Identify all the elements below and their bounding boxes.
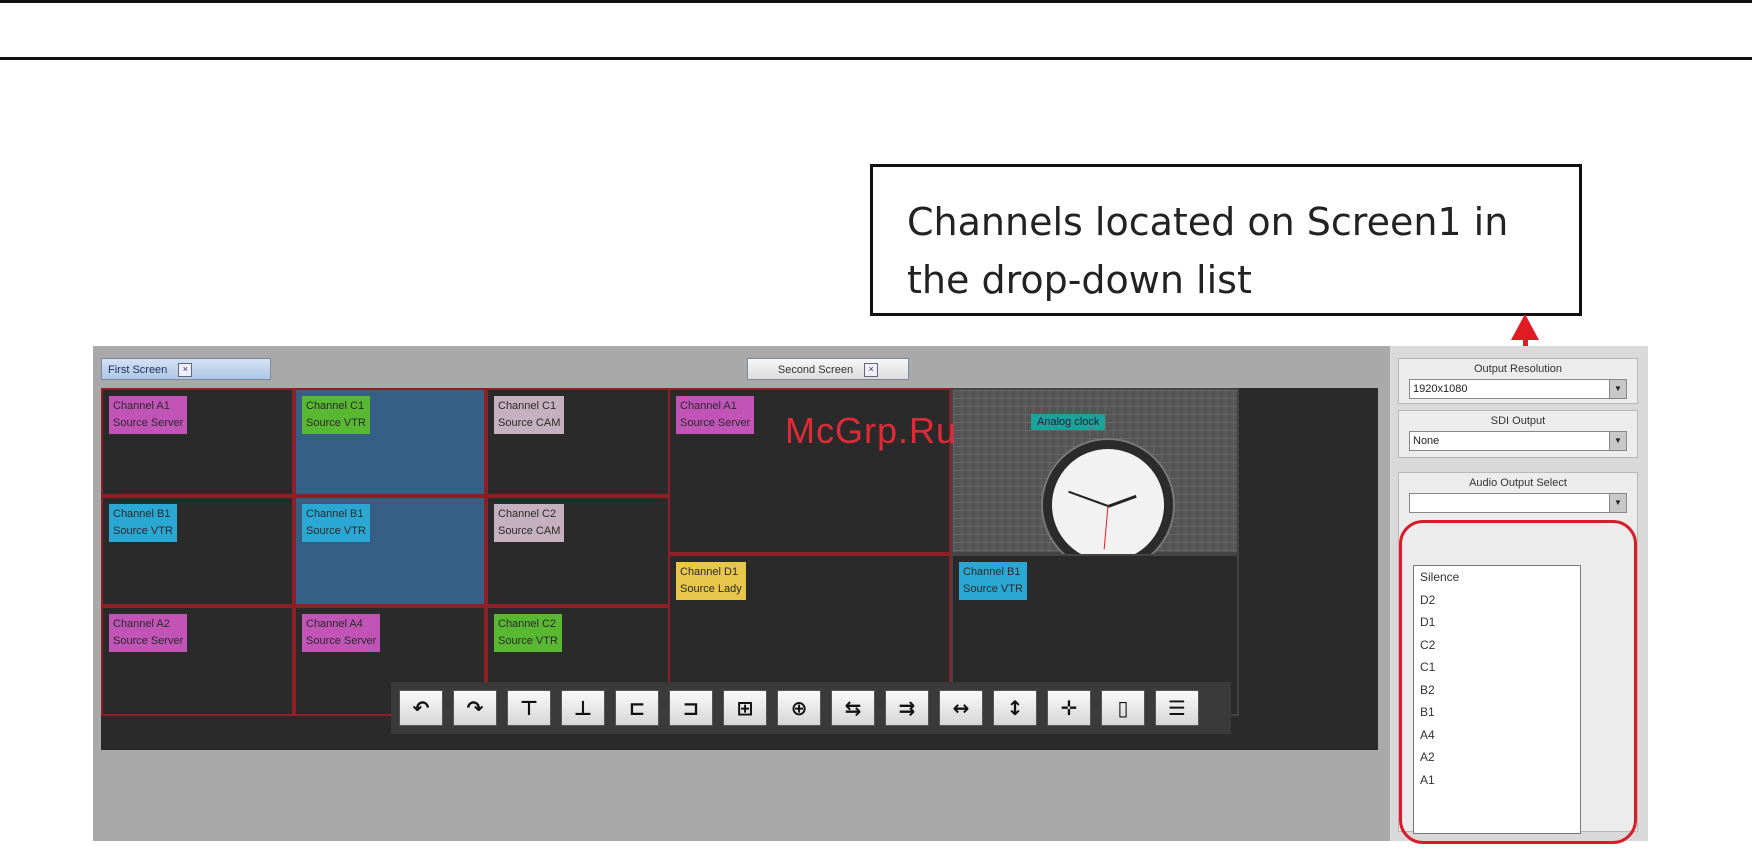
clock-hour-hand xyxy=(1107,494,1137,508)
watermark: McGrp.Ru xyxy=(785,410,958,451)
top-rule xyxy=(0,0,1752,3)
channel-cell[interactable]: Channel B1 Source VTR xyxy=(294,496,486,606)
split-columns-button[interactable]: ▯ xyxy=(1101,690,1145,726)
clock-cell[interactable]: Analog clock xyxy=(951,388,1239,570)
layout-toolbar: ↶ ↷ ⊤ ⊥ ⊏ ⊐ ⊞ ⊕ ⇆ ⇉ ↔ ↕ ✛ ▯ ☰ xyxy=(391,682,1231,734)
tab-first-screen[interactable]: First Screen × xyxy=(101,358,271,380)
channel-name: Channel C1 xyxy=(498,400,557,412)
channel-name: Channel C1 xyxy=(306,400,365,412)
tab-first-screen-label: First Screen xyxy=(108,364,168,376)
channel-label: Channel B1 Source VTR xyxy=(109,504,177,542)
callout-box: Channels located on Screen1 in the drop-… xyxy=(870,164,1582,316)
channel-label: Channel C2 Source VTR xyxy=(494,614,562,652)
channel-label: Channel C2 Source CAM xyxy=(494,504,565,542)
highlight-oval xyxy=(1399,520,1637,844)
channel-source: Source Server xyxy=(113,635,184,647)
output-resolution-value: 1920x1080 xyxy=(1413,383,1468,395)
channel-name: Channel C2 xyxy=(498,618,557,630)
channel-source: Source Server xyxy=(306,635,377,647)
close-icon[interactable]: × xyxy=(864,363,879,378)
channel-source: Source Server xyxy=(113,417,184,429)
channel-label: Channel D1 Source Lady xyxy=(676,562,746,600)
channel-label: Channel C1 Source VTR xyxy=(302,396,370,434)
align-bottom-button[interactable]: ⊥ xyxy=(561,690,605,726)
close-icon[interactable]: × xyxy=(178,363,193,378)
clock-minute-hand xyxy=(1068,490,1109,507)
channel-cell[interactable]: Channel A1 Source Server xyxy=(101,388,294,496)
channel-cell[interactable]: Channel A2 Source Server xyxy=(101,606,294,716)
stretch-width-button[interactable]: ↔ xyxy=(939,690,983,726)
align-left-button[interactable]: ⊏ xyxy=(615,690,659,726)
align-top-button[interactable]: ⊤ xyxy=(507,690,551,726)
audio-output-title: Audio Output Select xyxy=(1469,477,1567,489)
space-evenly-button[interactable]: ⇉ xyxy=(885,690,929,726)
channel-source: Source CAM xyxy=(498,417,561,429)
channel-name: Channel B1 xyxy=(113,508,171,520)
sdi-output-group: SDI Output None ▼ xyxy=(1398,410,1638,458)
channel-source: Source Lady xyxy=(680,583,742,595)
channel-source: Source VTR xyxy=(306,525,366,537)
channel-label: Channel A2 Source Server xyxy=(109,614,188,652)
channel-label: Channel C1 Source CAM xyxy=(494,396,565,434)
output-resolution-group: Output Resolution 1920x1080 ▼ xyxy=(1398,358,1638,404)
channel-label: Channel A4 Source Server xyxy=(302,614,381,652)
channel-cell[interactable]: Channel C2 Source CAM xyxy=(486,496,676,606)
tab-second-screen-label: Second Screen xyxy=(777,364,854,376)
redo-button[interactable]: ↷ xyxy=(453,690,497,726)
channel-label: Channel A1 Source Server xyxy=(109,396,188,434)
sdi-output-value: None xyxy=(1413,435,1440,447)
align-right-button[interactable]: ⊐ xyxy=(669,690,713,726)
header-rule xyxy=(0,57,1752,60)
tab-second-screen[interactable]: Second Screen × xyxy=(747,358,909,380)
channel-name: Channel D1 xyxy=(680,566,739,578)
output-resolution-title: Output Resolution xyxy=(1473,363,1563,375)
output-resolution-select[interactable]: 1920x1080 ▼ xyxy=(1409,379,1627,399)
sdi-output-select[interactable]: None ▼ xyxy=(1409,431,1627,451)
undo-button[interactable]: ↶ xyxy=(399,690,443,726)
channel-name: Channel A4 xyxy=(306,618,363,630)
channel-name: Channel B1 xyxy=(963,566,1021,578)
callout-line-2: the drop-down list xyxy=(907,258,1252,302)
sdi-output-title: SDI Output xyxy=(1490,415,1546,427)
split-rows-button[interactable]: ☰ xyxy=(1155,690,1199,726)
center-horizontal-button[interactable]: ⊞ xyxy=(723,690,767,726)
channel-name: Channel A2 xyxy=(113,618,170,630)
callout-line-1: Channels located on Screen1 in xyxy=(907,200,1509,244)
audio-output-select[interactable]: ▼ xyxy=(1409,493,1627,513)
move-button[interactable]: ✛ xyxy=(1047,690,1091,726)
chevron-down-icon[interactable]: ▼ xyxy=(1609,380,1626,398)
channel-source: Source VTR xyxy=(963,583,1023,595)
clock-second-hand xyxy=(1103,505,1109,550)
stretch-height-button[interactable]: ↕ xyxy=(993,690,1037,726)
analog-clock-icon xyxy=(1043,440,1173,570)
distribute-button[interactable]: ⇆ xyxy=(831,690,875,726)
channel-label: Channel B1 Source VTR xyxy=(959,562,1027,600)
channel-cell[interactable]: Channel C1 Source CAM xyxy=(486,388,676,496)
channel-name: Channel A1 xyxy=(680,400,737,412)
channel-cell[interactable]: Channel C1 Source VTR xyxy=(294,388,486,496)
channel-label: Channel B1 Source VTR xyxy=(302,504,370,542)
channel-source: Source VTR xyxy=(113,525,173,537)
clock-label: Analog clock xyxy=(1031,414,1106,430)
channel-source: Source VTR xyxy=(306,417,366,429)
chevron-down-icon[interactable]: ▼ xyxy=(1609,432,1626,450)
channel-source: Source VTR xyxy=(498,635,558,647)
channel-label: Channel A1 Source Server xyxy=(676,396,755,434)
channel-source: Source Server xyxy=(680,417,751,429)
channel-name: Channel B1 xyxy=(306,508,364,520)
chevron-down-icon[interactable]: ▼ xyxy=(1609,494,1626,512)
channel-name: Channel A1 xyxy=(113,400,170,412)
channel-name: Channel C2 xyxy=(498,508,557,520)
channel-cell[interactable]: Channel B1 Source VTR xyxy=(101,496,294,606)
channel-source: Source CAM xyxy=(498,525,561,537)
center-vertical-button[interactable]: ⊕ xyxy=(777,690,821,726)
